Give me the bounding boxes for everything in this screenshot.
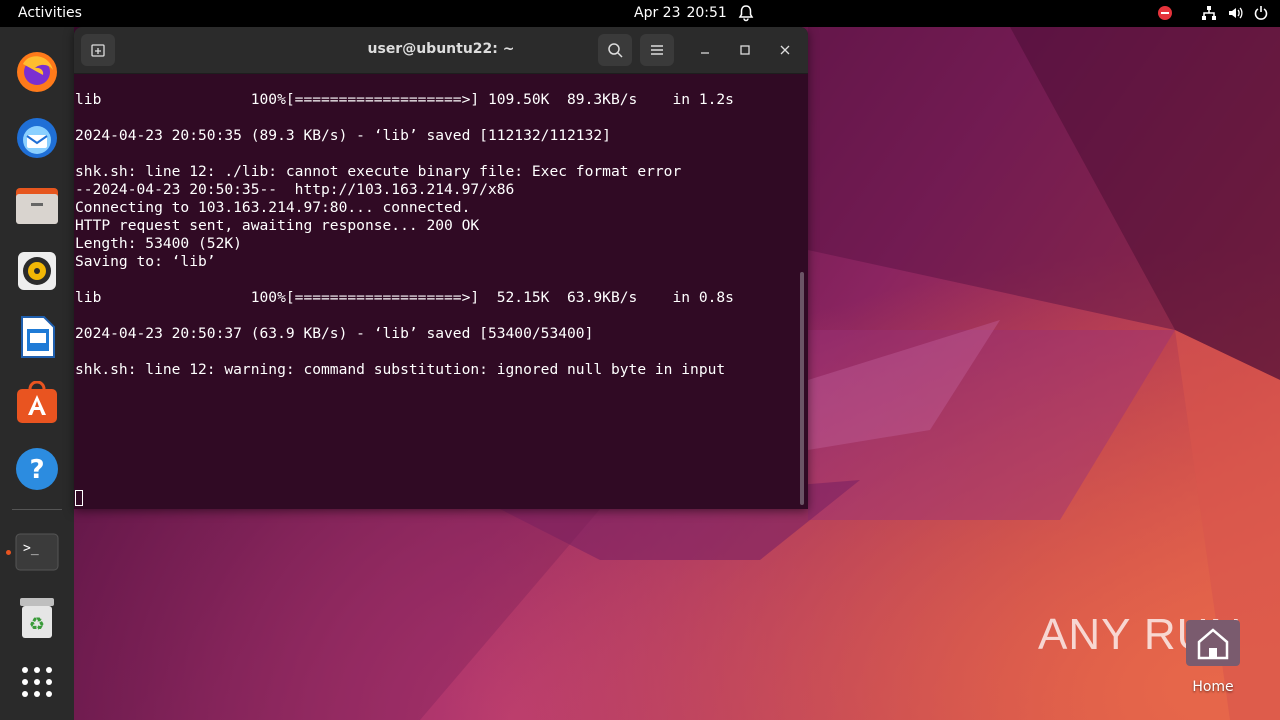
home-folder-label[interactable]: Home <box>1172 679 1254 695</box>
terminal-window[interactable]: user@ubuntu22: ~ lib 100%[==============… <box>74 27 808 509</box>
notification-bell-icon[interactable] <box>737 4 755 22</box>
close-button[interactable] <box>774 39 796 61</box>
terminal-line: Connecting to 103.163.214.97:80... conne… <box>75 199 471 216</box>
minimize-button[interactable] <box>694 39 716 61</box>
maximize-icon <box>740 45 750 55</box>
terminal-line: Saving to: ‘lib’ <box>75 253 216 270</box>
terminal-line: Length: 53400 (52K) <box>75 235 242 252</box>
network-icon[interactable] <box>1200 4 1218 22</box>
terminal-line: 2024-04-23 20:50:37 (63.9 KB/s) - ‘lib’ … <box>75 325 594 342</box>
svg-text:♻: ♻ <box>29 614 45 635</box>
terminal-icon[interactable]: >_ <box>14 529 60 575</box>
close-icon <box>780 45 790 55</box>
terminal-line: shk.sh: line 12: warning: command substi… <box>75 361 726 378</box>
search-button[interactable] <box>598 34 632 66</box>
top-bar: Activities Apr 23 20:51 <box>0 0 1280 27</box>
terminal-line: 2024-04-23 20:50:35 (89.3 KB/s) - ‘lib’ … <box>75 127 611 144</box>
activities-button[interactable]: Activities <box>18 5 82 21</box>
svg-text:?: ? <box>29 455 44 485</box>
terminal-header-bar[interactable]: user@ubuntu22: ~ <box>74 27 808 74</box>
thunderbird-icon[interactable] <box>14 115 60 161</box>
clock[interactable]: Apr 23 20:51 <box>634 5 727 21</box>
app-center-icon[interactable] <box>14 380 60 426</box>
power-icon[interactable] <box>1252 4 1270 22</box>
running-indicator <box>6 550 11 555</box>
terminal-output[interactable]: lib 100%[===================>] 109.50K 8… <box>75 91 795 509</box>
terminal-line: --2024-04-23 20:50:35-- http://103.163.2… <box>75 181 515 198</box>
files-icon[interactable] <box>14 182 60 228</box>
terminal-cursor <box>75 490 83 506</box>
volume-icon[interactable] <box>1226 4 1244 22</box>
svg-text:>_: >_ <box>23 541 39 556</box>
firefox-icon[interactable] <box>14 49 60 95</box>
home-folder-icon[interactable] <box>1186 620 1240 666</box>
stop-indicator-icon[interactable] <box>1158 6 1172 20</box>
terminal-line: shk.sh: line 12: ./lib: cannot execute b… <box>75 163 682 180</box>
dock-separator <box>12 509 62 510</box>
menu-button[interactable] <box>640 34 674 66</box>
maximize-button[interactable] <box>734 39 756 61</box>
hamburger-menu-icon <box>651 45 663 55</box>
rhythmbox-icon[interactable] <box>14 248 60 294</box>
dock: ? >_ ♻ <box>0 27 74 720</box>
clock-date: Apr 23 <box>634 5 681 21</box>
system-tray[interactable] <box>1158 4 1270 22</box>
trash-icon[interactable]: ♻ <box>14 595 60 641</box>
terminal-line: HTTP request sent, awaiting response... … <box>75 217 480 234</box>
help-icon[interactable]: ? <box>14 446 60 492</box>
terminal-scrollbar[interactable] <box>800 272 804 505</box>
clock-time: 20:51 <box>686 5 727 21</box>
terminal-line: lib 100%[===================>] 109.50K 8… <box>75 91 734 108</box>
terminal-line: lib 100%[===================>] 52.15K 63… <box>75 289 734 306</box>
writer-icon[interactable] <box>14 314 60 360</box>
search-icon <box>608 43 623 58</box>
minimize-icon <box>701 52 709 54</box>
app-grid-icon[interactable] <box>14 659 60 705</box>
